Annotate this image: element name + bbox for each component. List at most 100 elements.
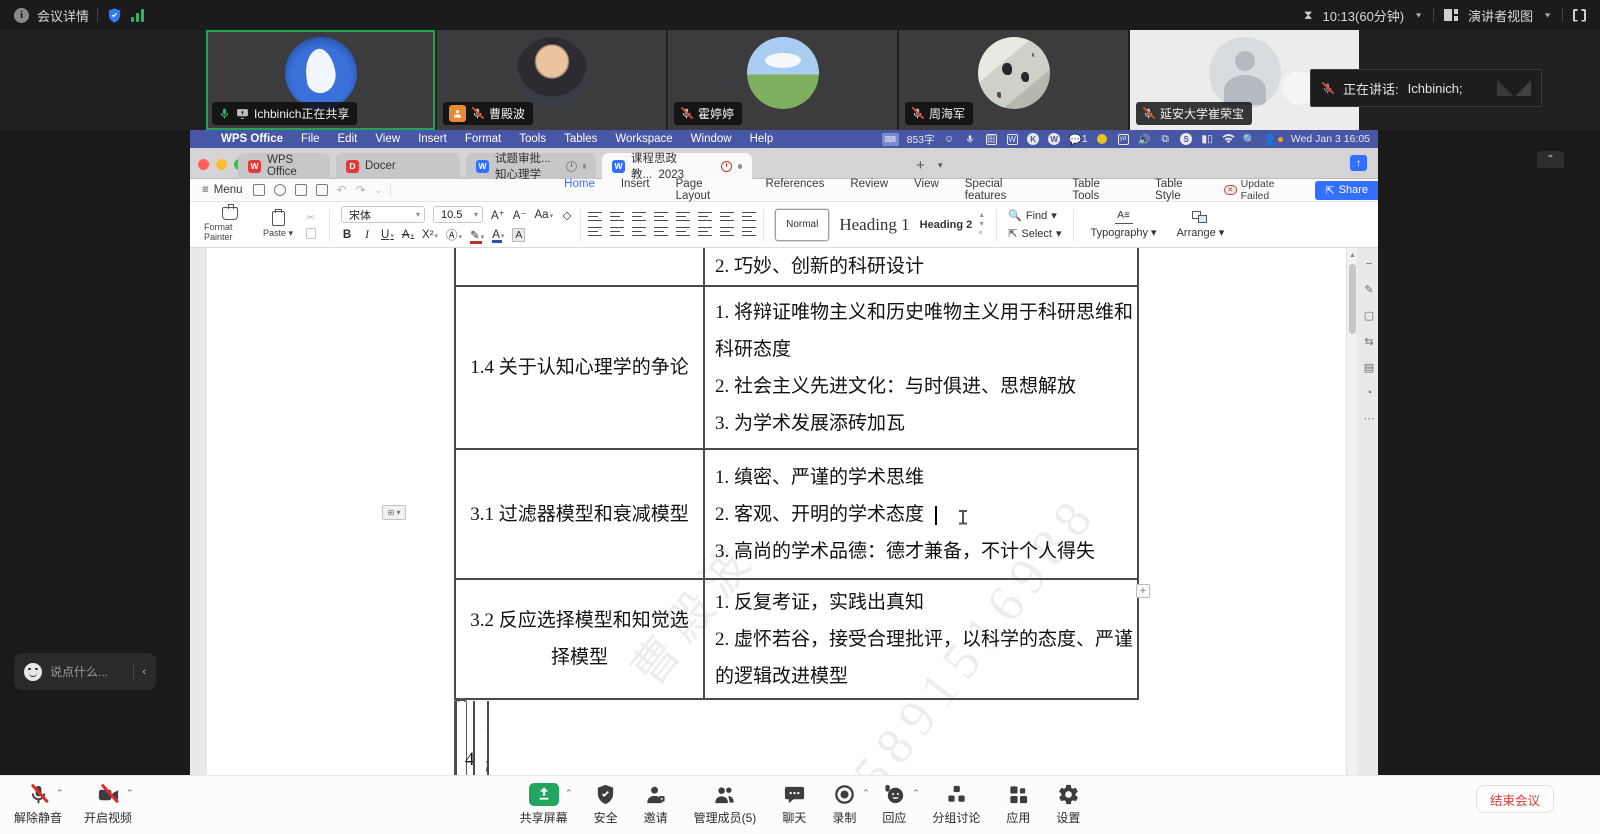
arrange-button[interactable]: Arrange ▾ bbox=[1177, 211, 1225, 239]
emoji-icon[interactable] bbox=[24, 663, 42, 681]
app-status-icon[interactable]: K bbox=[1027, 133, 1040, 146]
sort-icon[interactable] bbox=[720, 212, 734, 223]
ribbon-tab-page-layout[interactable]: Page Layout bbox=[663, 175, 753, 205]
highlight-color-button[interactable]: ✎▾ bbox=[470, 228, 484, 242]
indent-icon[interactable] bbox=[654, 212, 668, 223]
input-method-icon[interactable]: ⌨ bbox=[882, 133, 899, 146]
tab-list-dropdown-icon[interactable]: ▾ bbox=[938, 160, 943, 171]
macos-menu-item[interactable]: Edit bbox=[329, 133, 367, 145]
share-document-button[interactable]: ⇱ Share bbox=[1315, 181, 1378, 200]
copy-icon[interactable] bbox=[306, 228, 316, 239]
font-size-combobox[interactable]: 10.5▾ bbox=[433, 206, 483, 223]
wps-upgrade-icon[interactable]: ↑ bbox=[1350, 155, 1367, 171]
battery-status-icon[interactable]: ▮▯ bbox=[1201, 133, 1214, 146]
outdent-icon[interactable] bbox=[632, 212, 646, 223]
meeting-timer[interactable]: 10:13(60分钟) bbox=[1322, 6, 1404, 25]
wps-window-tab[interactable]: DDocer bbox=[336, 153, 460, 179]
borders-icon[interactable] bbox=[742, 227, 756, 238]
para-shading-icon[interactable] bbox=[720, 227, 734, 238]
wps-window-tab[interactable]: WWPS Office bbox=[238, 153, 330, 179]
textdir-icon[interactable] bbox=[698, 212, 712, 223]
superscript-button[interactable]: X²▾ bbox=[422, 229, 438, 241]
view-mode-label[interactable]: 演讲者视图 bbox=[1468, 6, 1533, 25]
grid-align-icon[interactable] bbox=[676, 227, 690, 238]
font-color-button[interactable]: A▾ bbox=[492, 229, 504, 241]
meeting-details-label[interactable]: 会议详情 bbox=[37, 6, 89, 25]
word-app-icon[interactable]: W bbox=[1048, 133, 1061, 146]
control-record-button[interactable]: ⌃录制 bbox=[832, 782, 856, 826]
quick-access-toolbar[interactable]: ↶ ↷ ⌄ bbox=[253, 183, 392, 197]
meeting-info-icon[interactable]: i bbox=[14, 8, 29, 23]
collapse-chat-icon[interactable]: ‹ bbox=[142, 666, 146, 678]
emoji-status-icon[interactable]: ☺ bbox=[943, 133, 956, 146]
table-cell-points[interactable]: 1. 将辩证唯物主义和历史唯物主义用于科研思维和科研态度2. 社会主义先进文化：… bbox=[705, 287, 1139, 448]
style-gallery-arrows[interactable]: ▲▼≡ bbox=[978, 212, 985, 237]
macos-menu-item[interactable]: Tables bbox=[555, 133, 606, 145]
fullscreen-icon[interactable] bbox=[1573, 9, 1586, 22]
bullets-icon[interactable] bbox=[588, 212, 602, 223]
typography-button[interactable]: A≡ Typography ▾ bbox=[1091, 210, 1157, 239]
table-handle-icon[interactable]: ⊞ ▾ bbox=[382, 505, 406, 520]
font-name-combobox[interactable]: 宋体▾ bbox=[341, 206, 425, 223]
chat-input-placeholder[interactable]: 说点什么... bbox=[50, 663, 108, 680]
table-cell-topic[interactable]: 4.3 记忆信息三级加工模型 bbox=[455, 701, 475, 776]
collapse-strip-button[interactable]: ⌃ bbox=[1537, 151, 1564, 168]
select-button[interactable]: ⇱ Select ▾ bbox=[1008, 227, 1061, 240]
macos-menu-item[interactable]: Format bbox=[456, 133, 510, 145]
user-switch-icon[interactable]: 👤 bbox=[1264, 133, 1283, 146]
character-border-button[interactable]: Ⓐ▾ bbox=[446, 227, 462, 243]
macos-menu-item[interactable]: View bbox=[366, 133, 409, 145]
ribbon-tab-view[interactable]: View bbox=[901, 175, 952, 205]
ribbon-tab-table-style[interactable]: Table Style bbox=[1142, 175, 1224, 205]
ribbon-tab-home[interactable]: Home bbox=[551, 175, 608, 205]
align-center-icon[interactable] bbox=[610, 227, 624, 238]
control-apps-button[interactable]: 应用 bbox=[1006, 782, 1030, 826]
menubar-clock[interactable]: Wed Jan 3 16:05 bbox=[1291, 133, 1370, 146]
underline-button[interactable]: U▾ bbox=[381, 229, 394, 241]
macos-menu-item[interactable]: Insert bbox=[409, 133, 456, 145]
align-left-icon[interactable] bbox=[588, 227, 602, 238]
timer-dropdown-icon[interactable]: ▼ bbox=[1414, 11, 1423, 19]
distribute-icon[interactable] bbox=[742, 212, 756, 223]
participant-tile[interactable]: 曹殿波 bbox=[437, 30, 666, 130]
table-cell-points[interactable]: 1. 缜密、严谨的学术思维2. 客观、开明的学术态度3. 高尚的学术品德：德才兼… bbox=[705, 450, 1139, 578]
control-breakout-button[interactable]: 分组讨论 bbox=[932, 782, 980, 826]
cut-icon[interactable]: ✂ bbox=[306, 211, 316, 224]
ribbon-tab-special-features[interactable]: Special features bbox=[952, 175, 1060, 205]
table-cell-topic[interactable]: 3.1 过滤器模型和衰减模型 bbox=[454, 450, 705, 578]
youdao-status-icon[interactable]: yd bbox=[1117, 133, 1130, 146]
grow-font-button[interactable]: A⁺ bbox=[491, 208, 505, 222]
encryption-shield-icon[interactable] bbox=[106, 7, 123, 24]
find-button[interactable]: 🔍 Find ▾ bbox=[1008, 209, 1061, 222]
justify-icon[interactable] bbox=[654, 227, 668, 238]
new-tab-button[interactable]: + bbox=[916, 157, 925, 174]
macos-menu-item[interactable]: Workspace bbox=[606, 133, 681, 145]
chevron-up-icon[interactable]: ⌃ bbox=[912, 788, 920, 799]
macos-menu-item[interactable]: Window bbox=[682, 133, 741, 145]
format-painter-button[interactable]: Format Painter bbox=[204, 207, 256, 242]
ribbon-tab-table-tools[interactable]: Table Tools bbox=[1059, 175, 1142, 205]
change-case-button[interactable]: Aa▾ bbox=[535, 209, 554, 221]
mic-status-icon[interactable] bbox=[964, 133, 977, 146]
style-heading1[interactable]: Heading 1 bbox=[839, 215, 909, 235]
ribbon-tab-review[interactable]: Review bbox=[837, 175, 901, 205]
control-share-button[interactable]: ⌃共享屏幕 bbox=[520, 782, 568, 826]
end-meeting-button[interactable]: 结束会议 bbox=[1476, 785, 1554, 813]
ribbon-tab-insert[interactable]: Insert bbox=[608, 175, 663, 205]
clear-format-icon[interactable]: ◇ bbox=[561, 208, 573, 222]
chevron-up-icon[interactable]: ⌃ bbox=[565, 788, 573, 799]
display-status-icon[interactable]: ⧉ bbox=[1159, 133, 1172, 146]
s-status-icon[interactable]: S bbox=[1180, 133, 1193, 146]
wps-side-toolbar[interactable]: −✎ ▢⇆ ▤◔ ⋯ bbox=[1360, 258, 1378, 425]
paste-button[interactable]: Paste ▾ bbox=[256, 211, 300, 239]
control-react-button[interactable]: ⌃回应 bbox=[882, 782, 906, 826]
document-scrollbar[interactable]: ▲ bbox=[1346, 248, 1357, 776]
control-shield-button[interactable]: 安全 bbox=[594, 782, 618, 826]
macos-menu-item[interactable]: Help bbox=[741, 133, 783, 145]
style-heading2[interactable]: Heading 2 bbox=[920, 219, 973, 231]
table-cell-points[interactable]: 2. 巧妙、创新的科研设计 bbox=[705, 248, 1139, 285]
table-cell-topic[interactable]: 3.2 反应选择模型和知觉选择模型 bbox=[454, 580, 705, 698]
control-members-button[interactable]: 管理成员(5) bbox=[694, 782, 757, 826]
line-spacing-icon[interactable] bbox=[698, 227, 712, 238]
update-failed-status[interactable]: ✕ Update Failed bbox=[1224, 178, 1306, 202]
